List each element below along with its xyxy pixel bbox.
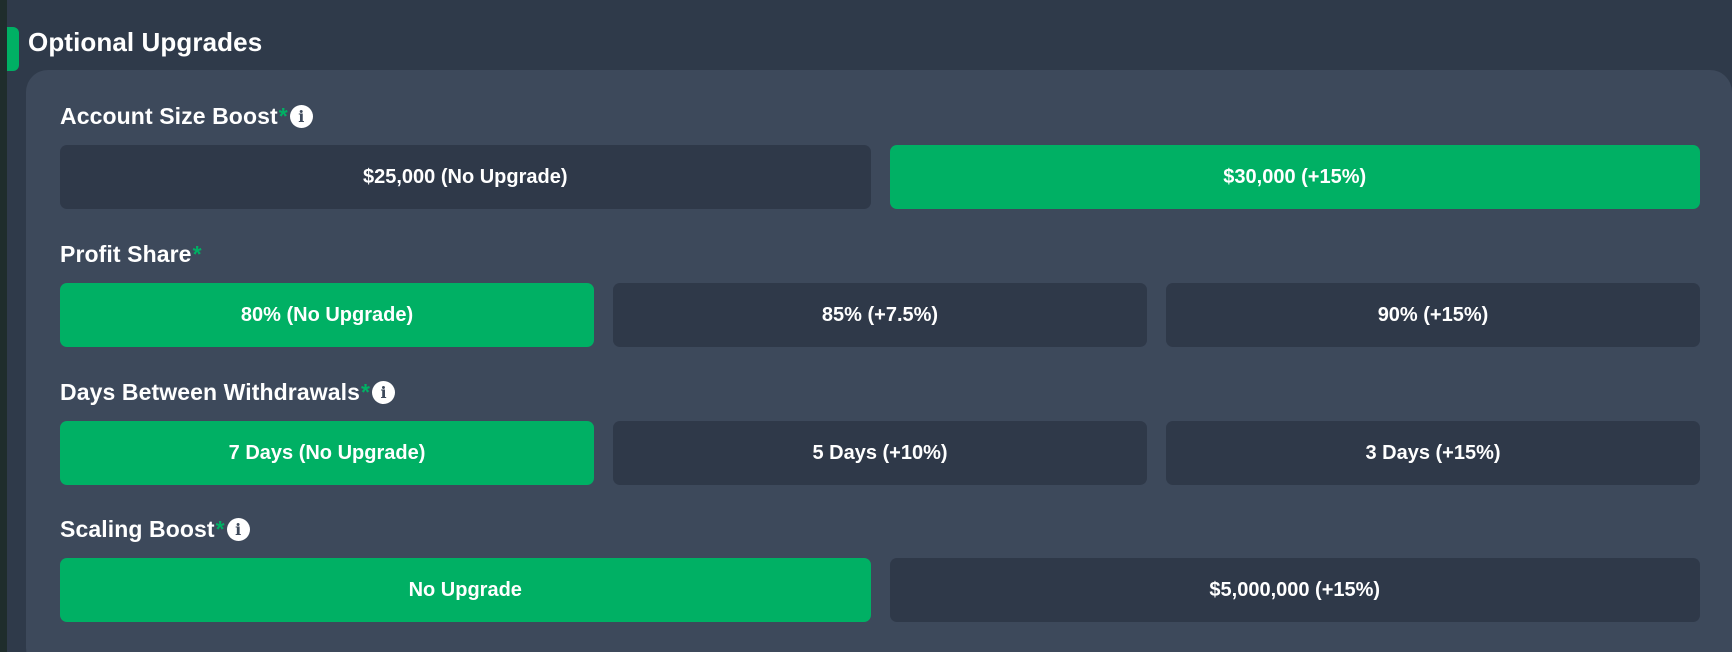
withdrawals-label: Days Between Withdrawals <box>60 378 361 405</box>
option-label: 7 Days (No Upgrade) <box>228 441 426 464</box>
account-size-label-row: Account Size Boost * i <box>60 101 1700 131</box>
required-asterisk: * <box>192 240 202 267</box>
option-label: 90% (+15%) <box>1377 303 1489 326</box>
account-size-option-30000[interactable]: $30,000 (+15%) <box>889 145 1700 209</box>
option-label: 3 Days (+15%) <box>1365 441 1501 464</box>
profit-share-option-90[interactable]: 90% (+15%) <box>1166 283 1700 347</box>
scaling-label: Scaling Boost <box>60 515 215 542</box>
left-edge-strip <box>0 0 7 652</box>
profit-share-group: Profit Share * 80% (No Upgrade) 85% (+7.5… <box>60 239 1700 347</box>
option-label: $25,000 (No Upgrade) <box>362 165 568 188</box>
scaling-options: No Upgrade $5,000,000 (+15%) <box>60 558 1700 622</box>
account-size-label: Account Size Boost <box>60 102 278 129</box>
withdrawals-option-7-days[interactable]: 7 Days (No Upgrade) <box>60 421 594 485</box>
info-icon[interactable]: i <box>226 517 250 541</box>
info-icon[interactable]: i <box>372 380 396 404</box>
profit-share-option-80[interactable]: 80% (No Upgrade) <box>60 283 594 347</box>
section-title: Optional Upgrades <box>28 27 263 57</box>
option-label: No Upgrade <box>408 578 522 601</box>
account-size-option-25000[interactable]: $25,000 (No Upgrade) <box>60 145 871 209</box>
option-label: $5,000,000 (+15%) <box>1209 578 1381 601</box>
required-asterisk: * <box>215 515 225 542</box>
scaling-group: Scaling Boost * i No Upgrade $5,000,000 (+… <box>60 514 1700 622</box>
page: Optional Upgrades Account Size Boost * i $… <box>0 0 1732 652</box>
account-size-options: $25,000 (No Upgrade) $30,000 (+15%) <box>60 145 1700 209</box>
profit-share-label-row: Profit Share * <box>60 239 1700 269</box>
profit-share-options: 80% (No Upgrade) 85% (+7.5%) 90% (+15%) <box>60 283 1700 347</box>
withdrawals-option-5-days[interactable]: 5 Days (+10%) <box>613 421 1147 485</box>
info-icon[interactable]: i <box>289 104 313 128</box>
scaling-label-row: Scaling Boost * i <box>60 514 1700 544</box>
required-asterisk: * <box>361 378 371 405</box>
option-label: $30,000 (+15%) <box>1223 165 1367 188</box>
withdrawals-option-3-days[interactable]: 3 Days (+15%) <box>1166 421 1700 485</box>
profit-share-label: Profit Share <box>60 240 192 267</box>
option-label: 85% (+7.5%) <box>821 303 939 326</box>
scaling-option-5000000[interactable]: $5,000,000 (+15%) <box>889 558 1700 622</box>
account-size-group: Account Size Boost * i $25,000 (No Upgrade… <box>60 101 1700 209</box>
withdrawals-label-row: Days Between Withdrawals * i <box>60 377 1700 407</box>
withdrawals-options: 7 Days (No Upgrade) 5 Days (+10%) 3 Days… <box>60 421 1700 485</box>
withdrawals-group: Days Between Withdrawals * i 7 Days (No Up… <box>60 377 1700 485</box>
profit-share-option-85[interactable]: 85% (+7.5%) <box>613 283 1147 347</box>
option-label: 5 Days (+10%) <box>812 441 948 464</box>
scaling-option-no-upgrade[interactable]: No Upgrade <box>60 558 871 622</box>
required-asterisk: * <box>278 102 288 129</box>
section-accent-bar <box>7 27 19 71</box>
option-label: 80% (No Upgrade) <box>240 303 414 326</box>
